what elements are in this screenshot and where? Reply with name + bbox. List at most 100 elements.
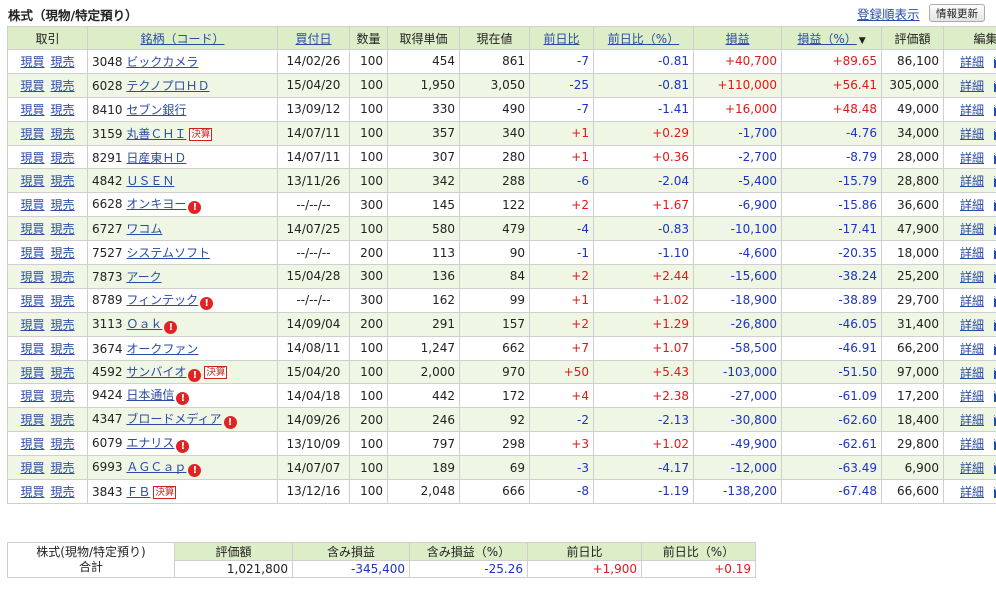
- sell-link[interactable]: 現売: [51, 222, 75, 236]
- detail-link[interactable]: 詳細: [960, 198, 984, 212]
- sell-link[interactable]: 現売: [51, 461, 75, 475]
- col-pl-pct-sort[interactable]: 損益（%） ▼: [781, 26, 882, 50]
- col-change-sort[interactable]: 前日比: [529, 26, 594, 50]
- sell-link[interactable]: 現売: [51, 174, 75, 188]
- buy-link[interactable]: 現買: [20, 294, 44, 308]
- stock-name-link[interactable]: テクノプロＨＤ: [126, 79, 209, 93]
- buy-link[interactable]: 現買: [20, 413, 44, 427]
- detail-link[interactable]: 詳細: [960, 318, 984, 332]
- detail-link[interactable]: 詳細: [960, 437, 984, 451]
- sell-link[interactable]: 現売: [51, 151, 75, 165]
- detail-link[interactable]: 詳細: [960, 174, 984, 188]
- stock-name-link[interactable]: ＡＧＣａｐ: [126, 460, 186, 474]
- buy-link[interactable]: 現買: [20, 485, 44, 499]
- buy-link[interactable]: 現買: [20, 174, 44, 188]
- stock-name-link[interactable]: フィンテック: [126, 293, 198, 307]
- edit-cell: 詳細: [943, 72, 996, 98]
- detail-link[interactable]: 詳細: [960, 342, 984, 356]
- buy-link[interactable]: 現買: [20, 270, 44, 284]
- detail-link[interactable]: 詳細: [960, 270, 984, 284]
- sell-link[interactable]: 現売: [51, 485, 75, 499]
- stock-name-link[interactable]: 日本通信: [126, 388, 174, 402]
- stock-name-link[interactable]: ＵＳＥＮ: [126, 174, 174, 188]
- detail-link[interactable]: 詳細: [960, 485, 984, 499]
- name-cell: 3113 Ｏａｋ!: [87, 311, 278, 337]
- buy-link[interactable]: 現買: [20, 151, 44, 165]
- sell-link[interactable]: 現売: [51, 103, 75, 117]
- buy-link[interactable]: 現買: [20, 461, 44, 475]
- alert-icon[interactable]: !: [200, 296, 214, 310]
- detail-link[interactable]: 詳細: [960, 294, 984, 308]
- alert-icon[interactable]: !: [223, 416, 237, 430]
- stock-name-link[interactable]: アーク: [126, 270, 161, 284]
- detail-link[interactable]: 詳細: [960, 103, 984, 117]
- col-date-sort[interactable]: 買付日: [277, 26, 350, 50]
- stock-name-link[interactable]: ビックカメラ: [126, 55, 198, 69]
- alert-icon[interactable]: !: [176, 440, 190, 454]
- sell-link[interactable]: 現売: [51, 437, 75, 451]
- col-change-pct-sort[interactable]: 前日比（%）: [593, 26, 694, 50]
- sell-link[interactable]: 現売: [51, 366, 75, 380]
- sell-link[interactable]: 現売: [51, 198, 75, 212]
- stock-name-link[interactable]: Ｏａｋ: [126, 317, 162, 331]
- col-pl-pct-label[interactable]: 損益（%）: [797, 32, 856, 46]
- alert-icon[interactable]: !: [188, 464, 202, 478]
- stock-name-link[interactable]: ブロードメディア: [126, 412, 221, 426]
- detail-link[interactable]: 詳細: [960, 461, 984, 475]
- detail-link[interactable]: 詳細: [960, 246, 984, 260]
- sell-link[interactable]: 現売: [51, 342, 75, 356]
- stock-name-link[interactable]: セブン銀行: [126, 103, 186, 117]
- buy-link[interactable]: 現買: [20, 437, 44, 451]
- stock-name-link[interactable]: 丸善ＣＨＩ: [126, 127, 186, 141]
- detail-link[interactable]: 詳細: [960, 79, 984, 93]
- alert-icon[interactable]: !: [164, 320, 178, 334]
- day-change-pct: +1.07: [593, 335, 694, 361]
- detail-link[interactable]: 詳細: [960, 389, 984, 403]
- col-pl-sort[interactable]: 損益: [693, 26, 782, 50]
- stock-name-link[interactable]: ワコム: [126, 222, 162, 236]
- sell-link[interactable]: 現売: [51, 270, 75, 284]
- detail-link[interactable]: 詳細: [960, 151, 984, 165]
- detail-link[interactable]: 詳細: [960, 55, 984, 69]
- sell-link[interactable]: 現売: [51, 55, 75, 69]
- day-change-pct: +5.43: [593, 359, 694, 385]
- stock-name-link[interactable]: 日産東ＨＤ: [126, 151, 186, 165]
- sell-link[interactable]: 現売: [51, 127, 75, 141]
- buy-link[interactable]: 現買: [20, 103, 44, 117]
- sell-link[interactable]: 現売: [51, 294, 75, 308]
- detail-link[interactable]: 詳細: [960, 366, 984, 380]
- stock-name-link[interactable]: エナリス: [126, 436, 174, 450]
- sell-link[interactable]: 現売: [51, 79, 75, 93]
- sell-link[interactable]: 現売: [51, 246, 75, 260]
- buy-link[interactable]: 現買: [20, 389, 44, 403]
- sell-link[interactable]: 現売: [51, 389, 75, 403]
- buy-link[interactable]: 現買: [20, 222, 44, 236]
- alert-icon[interactable]: !: [188, 201, 202, 215]
- alert-icon[interactable]: !: [188, 368, 202, 382]
- registration-order-link[interactable]: 登録順表示: [857, 4, 920, 23]
- buy-link[interactable]: 現買: [20, 318, 44, 332]
- stock-name-link[interactable]: オークファン: [126, 342, 198, 356]
- buy-link[interactable]: 現買: [20, 79, 44, 93]
- sell-link[interactable]: 現売: [51, 318, 75, 332]
- buy-link[interactable]: 現買: [20, 366, 44, 380]
- buy-link[interactable]: 現買: [20, 55, 44, 69]
- buy-link[interactable]: 現買: [20, 246, 44, 260]
- detail-link[interactable]: 詳細: [960, 222, 984, 236]
- alert-icon[interactable]: !: [176, 392, 190, 406]
- detail-link[interactable]: 詳細: [960, 127, 984, 141]
- stock-name-link[interactable]: システムソフト: [126, 246, 210, 260]
- buy-link[interactable]: 現買: [20, 127, 44, 141]
- buy-link[interactable]: 現買: [20, 342, 44, 356]
- stock-name-link[interactable]: サンバイオ: [126, 365, 186, 379]
- stock-name-link[interactable]: オンキヨー: [126, 197, 186, 211]
- refresh-button[interactable]: 情報更新: [929, 4, 985, 22]
- buy-link[interactable]: 現買: [20, 198, 44, 212]
- stock-name-link[interactable]: ＦＢ: [126, 485, 150, 499]
- trade-cell: 現買 現売: [7, 383, 88, 409]
- trade-cell: 現買 現売: [7, 144, 88, 170]
- col-name-sort[interactable]: 銘柄（コード）: [87, 26, 278, 50]
- sell-link[interactable]: 現売: [51, 413, 75, 427]
- current-price: 3,050: [459, 72, 530, 98]
- detail-link[interactable]: 詳細: [960, 413, 984, 427]
